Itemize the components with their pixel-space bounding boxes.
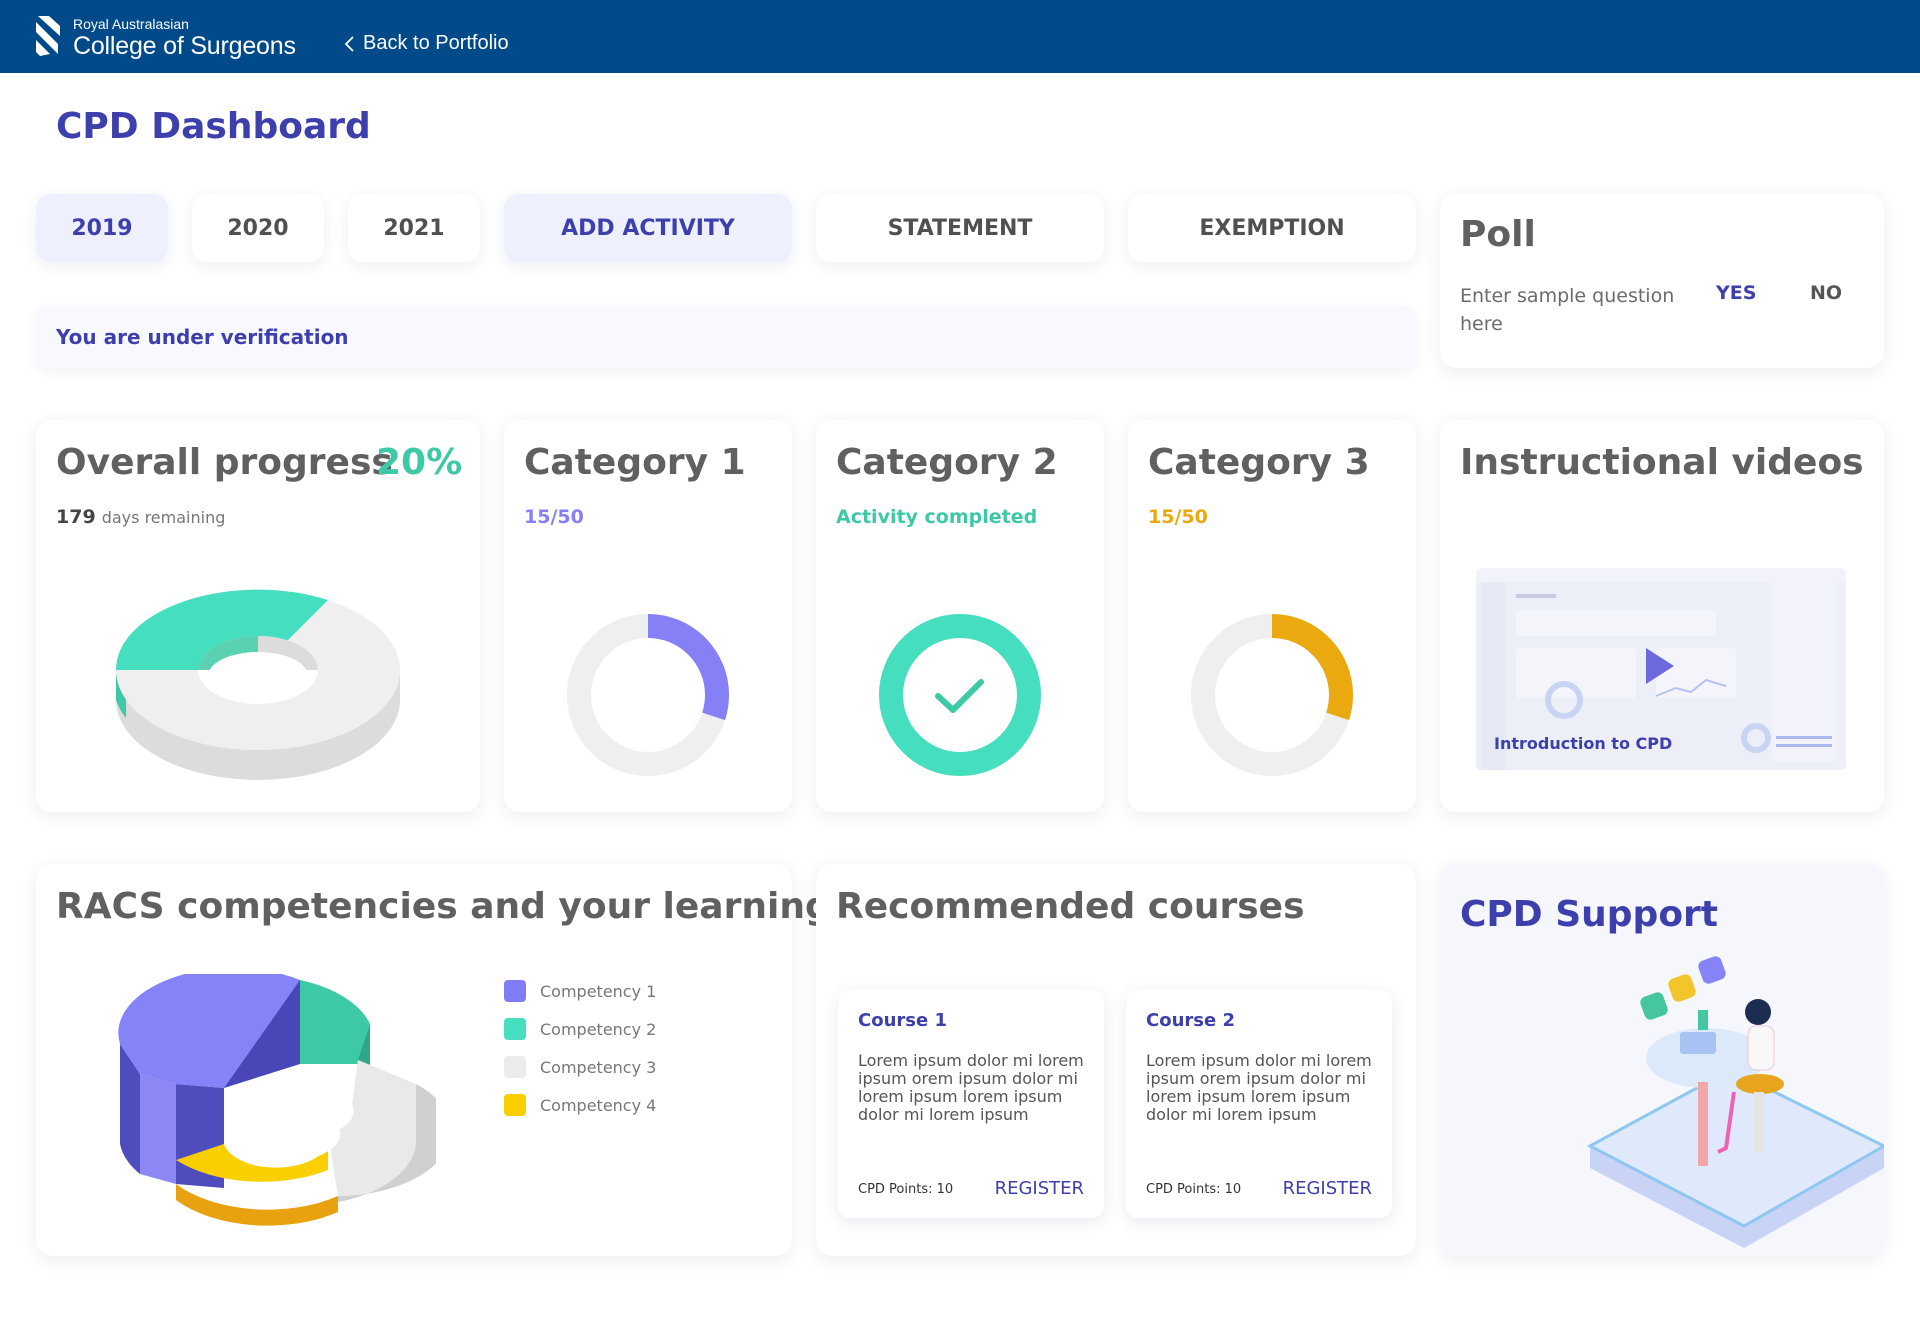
add-activity-button[interactable]: ADD ACTIVITY [504,194,792,262]
course-points: CPD Points: 10 [1146,1182,1242,1197]
verification-message: You are under verification [56,325,349,349]
legend-competency-2: Competency 2 [504,1018,656,1040]
check-icon [935,679,984,713]
category-1-donut [567,614,729,776]
course-description: Lorem ipsum dolor mi lorem ipsum orem ip… [858,1051,1084,1124]
course-register-button[interactable]: REGISTER [995,1178,1084,1199]
overall-progress-3d-chart [115,589,400,780]
course-card: Course 2 Lorem ipsum dolor mi lorem ipsu… [1126,990,1392,1218]
legend-competency-1: Competency 1 [504,980,656,1002]
exemption-button[interactable]: EXEMPTION [1128,194,1416,262]
legend-competency-4: Competency 4 [504,1094,656,1116]
competencies-card: RACS competencies and your learning Comp… [36,864,831,1256]
course-points: CPD Points: 10 [858,1182,954,1197]
category-2-donut [879,614,1041,776]
legend-swatch [504,1056,526,1078]
plant-icon [1698,1010,1708,1030]
cpd-support-title: CPD Support [1460,894,1719,935]
phone-chat-icon [1640,992,1668,1020]
course-title: Course 2 [1146,1010,1235,1031]
mail-chat-icon [1668,974,1696,1002]
org-name: College of Surgeons [73,32,296,60]
days-remaining-count: 179 [56,506,96,528]
legend-swatch [504,1018,526,1040]
page-title: CPD Dashboard [56,106,371,147]
legend-label: Competency 1 [540,981,657,1001]
category-2-card: Category 2 Activity completed [816,420,1104,812]
support-illustration [1586,956,1884,1248]
college-logo-icon [36,16,60,56]
category-3-title: Category 3 [1148,442,1370,483]
laptop-icon [1680,1032,1716,1054]
video-title: Introduction to CPD [1494,734,1673,753]
donut-progress-arc [879,614,1041,776]
category-3-card: Category 3 15/50 [1128,420,1416,812]
legend-swatch [504,1094,526,1116]
overall-progress-card: Overall progress 20% 179 days remaining [36,420,480,812]
back-link-label: Back to Portfolio [363,32,509,54]
statement-button[interactable]: STATEMENT [816,194,1104,262]
instructional-videos-title: Instructional videos [1460,442,1864,483]
competencies-title: RACS competencies and your learning [56,886,831,927]
days-remaining-label: days remaining [101,508,226,527]
category-1-title: Category 1 [524,442,746,483]
legend-competency-3: Competency 3 [504,1056,656,1078]
chevron-left-icon [344,35,354,52]
competencies-chart-hole [228,1106,340,1162]
top-header: Royal Australasian College of Surgeons B… [0,0,1920,73]
course-title: Course 1 [858,1010,947,1031]
cpd-support-card[interactable]: CPD Support [1440,864,1884,1256]
course-description: Lorem ipsum dolor mi lorem ipsum orem ip… [1146,1051,1372,1124]
instructional-videos-card: Instructional videos Introduction to CPD [1440,420,1884,812]
course-register-button[interactable]: REGISTER [1283,1178,1372,1199]
tab-2019[interactable]: 2019 [36,194,168,262]
course-card: Course 1 Lorem ipsum dolor mi lorem ipsu… [838,990,1104,1218]
category-3-donut [1191,614,1353,776]
org-name-small: Royal Australasian [73,16,189,32]
category-1-card: Category 1 15/50 [504,420,792,812]
message-chat-icon [1698,956,1726,984]
recommended-courses-card: Recommended courses Course 1 Lorem ipsum… [816,864,1416,1256]
competencies-3d-chart [118,974,436,1226]
tab-2020[interactable]: 2020 [192,194,324,262]
legend-label: Competency 2 [540,1019,657,1039]
video-thumbnail[interactable]: Introduction to CPD [1476,568,1846,770]
poll-question: Enter sample question here [1460,285,1675,335]
person-head [1745,999,1771,1025]
legend-label: Competency 3 [540,1057,657,1077]
back-to-portfolio-link[interactable]: Back to Portfolio [344,32,509,55]
play-icon[interactable] [1644,646,1676,686]
category-2-status: Activity completed [836,506,1038,528]
category-3-status: 15/50 [1148,506,1208,528]
poll-no-button[interactable]: NO [1810,282,1842,304]
overall-progress-percent: 20% [376,442,463,483]
overall-progress-title: Overall progress [56,442,393,483]
recommended-courses-title: Recommended courses [836,886,1305,927]
legend-label: Competency 4 [540,1095,657,1115]
category-1-status: 15/50 [524,506,584,528]
verification-banner: You are under verification [36,306,1416,368]
tab-2021[interactable]: 2021 [348,194,480,262]
category-2-title: Category 2 [836,442,1058,483]
poll-title: Poll [1460,214,1536,255]
poll-card: Poll Enter sample question here YES NO [1440,194,1884,368]
poll-yes-button[interactable]: YES [1716,282,1756,304]
legend-swatch [504,980,526,1002]
competency-2-segment [300,980,370,1064]
